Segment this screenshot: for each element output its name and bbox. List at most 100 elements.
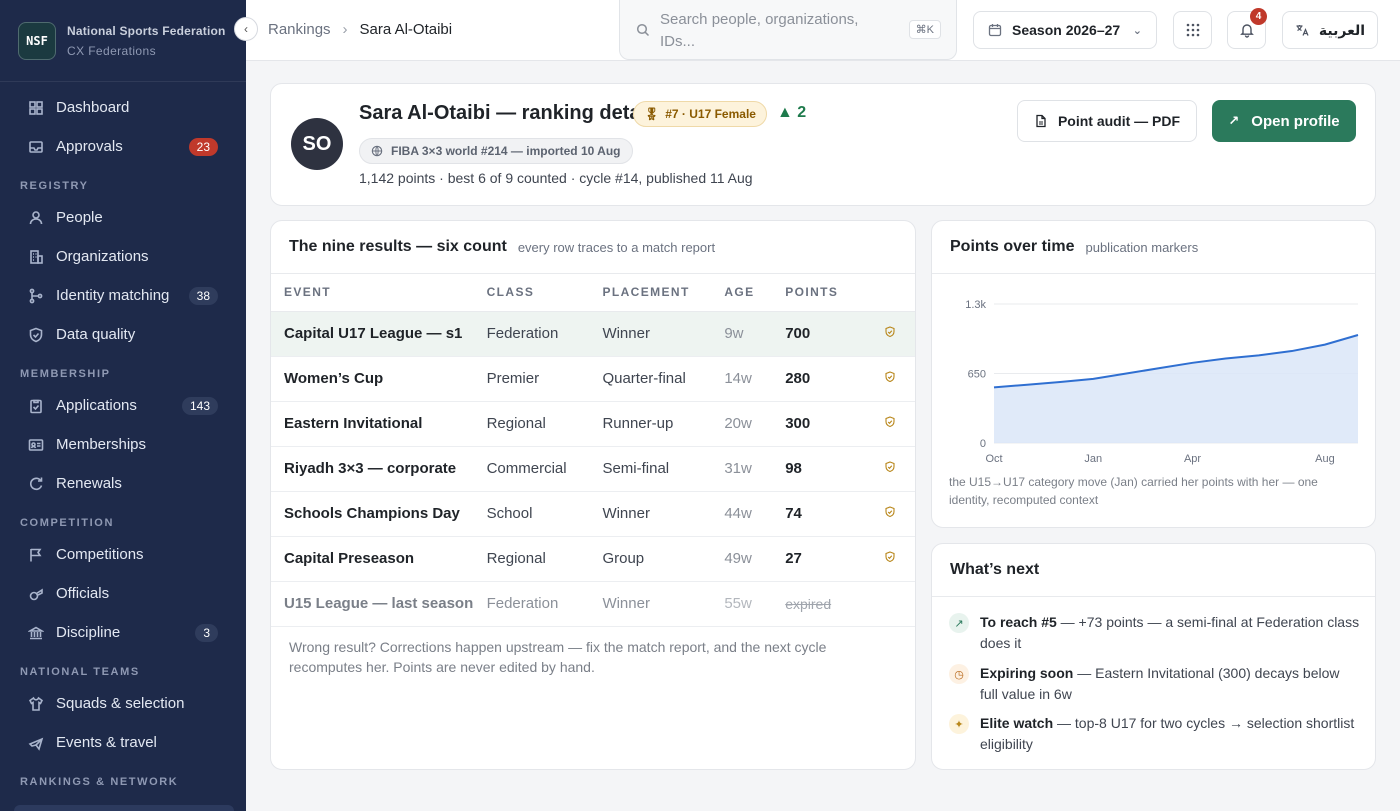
notifications-button[interactable]: 4 [1227, 8, 1267, 49]
y-tick-label: 650 [968, 369, 986, 381]
sidebar-item-memberships[interactable]: Memberships [0, 425, 246, 464]
table-row[interactable]: Schools Champions Day School Winner 44w … [271, 491, 915, 537]
table-row[interactable]: Capital U17 League — s1 Federation Winne… [271, 311, 915, 357]
open-profile-button[interactable]: ↗ Open profile [1212, 100, 1356, 142]
season-select[interactable]: Season 2026–27 ⌄ [973, 11, 1157, 49]
globe-icon [371, 145, 383, 157]
result-points: 74 [785, 491, 866, 537]
chevron-down-icon: ⌄ [1132, 24, 1142, 37]
sidebar-item-squads-selection[interactable]: Squads & selection [0, 684, 246, 723]
sidebar-item-identity-matching[interactable]: Identity matching 38 [0, 276, 246, 315]
result-event: Schools Champions Day [271, 491, 487, 537]
sidebar-item-label: Discipline [56, 624, 121, 641]
sidebar-item-data-quality[interactable]: Data quality [0, 315, 246, 354]
column-header-points[interactable]: POINTS [785, 274, 866, 312]
result-placement: Winner [602, 311, 725, 357]
clipboard-icon [28, 398, 44, 414]
column-header-verified [865, 274, 915, 312]
applications-badge: 143 [181, 396, 218, 415]
profile-header-card: SO Sara Al-Otaibi — ranking detail 🎖 #7 … [270, 83, 1376, 206]
next-item-lead: Expiring soon [980, 665, 1074, 681]
table-row[interactable]: Women’s Cup Premier Quarter-final 14w 28… [271, 356, 915, 402]
results-subtitle: every row traces to a match report [517, 239, 716, 255]
result-points: 98 [785, 446, 866, 492]
column-header-event[interactable]: EVENT [271, 274, 487, 312]
sidebar-item-label: Identity matching [56, 287, 170, 304]
open-profile-label: Open profile [1251, 112, 1340, 130]
table-row[interactable]: Eastern Invitational Regional Runner-up … [271, 401, 915, 447]
result-age: 55w [724, 581, 786, 627]
sidebar-item-people[interactable]: People [0, 198, 246, 237]
trend-up-icon: ↗ [949, 613, 969, 633]
sidebar-nav: Dashboard Approvals 23 REGISTRY People O… [0, 82, 246, 794]
sidebar-item-discipline[interactable]: Discipline 3 [0, 613, 246, 652]
brand[interactable]: NSF National Sports Federation CX Federa… [0, 0, 246, 82]
result-event: Eastern Invitational [271, 401, 487, 447]
y-tick-label: 0 [980, 438, 986, 450]
verified-shield-icon [885, 326, 895, 338]
collapse-sidebar-button[interactable]: ‹ [234, 17, 258, 41]
table-row[interactable]: Capital Preseason Regional Group 49w 27 [271, 536, 915, 582]
language-switch-button[interactable]: العربية [1282, 11, 1378, 49]
person-icon [28, 210, 44, 226]
sidebar-item-competitions[interactable]: Competitions [0, 535, 246, 574]
chart-note: the U15→U17 category move (Jan) carried … [949, 475, 1318, 507]
sidebar-item-dashboard[interactable]: Dashboard [0, 88, 246, 127]
sidebar: NSF National Sports Federation CX Federa… [0, 0, 246, 811]
breadcrumb-rankings-link[interactable]: Rankings [268, 21, 331, 38]
result-placement: Quarter-final [602, 356, 725, 402]
sidebar-item-label: Events & travel [56, 734, 157, 751]
bell-icon [1239, 24, 1254, 38]
calendar-icon [988, 24, 1002, 37]
medal-icon: 🎖 [644, 107, 660, 121]
y-tick-label: 1.3k [965, 299, 986, 311]
sidebar-item-renewals[interactable]: Renewals [0, 464, 246, 503]
rank-change-indicator: ▲ 2 [777, 104, 807, 121]
nav-section-rankings-network: RANKINGS & NETWORK [20, 776, 179, 788]
sidebar-item-label: Squads & selection [56, 695, 185, 712]
column-header-placement[interactable]: PLACEMENT [602, 274, 725, 312]
result-age: 44w [724, 491, 786, 537]
breadcrumb-current: Sara Al-Otaibi [359, 21, 453, 38]
ranking-summary: 1,142 points · best 6 of 9 counted · cyc… [359, 170, 753, 186]
apps-grid-button[interactable] [1173, 11, 1212, 49]
x-tick-label: Jan [1084, 453, 1102, 465]
notification-count-badge: 4 [1250, 8, 1267, 25]
result-placement: Runner-up [602, 401, 725, 447]
results-table: EVENT CLASS PLACEMENT AGE POINTS Capital… [271, 274, 915, 627]
search-input[interactable]: Search people, organizations, IDs... ⌘K [619, 0, 957, 60]
chevron-left-icon: ‹ [244, 22, 248, 36]
nav-section-membership: MEMBERSHIP [20, 368, 111, 380]
identity-matching-badge: 38 [188, 286, 218, 305]
result-class: Regional [486, 536, 603, 582]
sidebar-item-label: Officials [56, 585, 110, 602]
sidebar-item-organizations[interactable]: Organizations [0, 237, 246, 276]
brand-subtitle: CX Federations [67, 43, 156, 58]
search-icon [636, 23, 650, 37]
bank-icon [28, 625, 44, 641]
results-title: The nine results — six count [289, 238, 507, 255]
table-row[interactable]: Riyadh 3×3 — corporate Commercial Semi-f… [271, 446, 915, 492]
result-age: 14w [724, 356, 786, 402]
sidebar-item-officials[interactable]: Officials [0, 574, 246, 613]
point-audit-pdf-button[interactable]: Point audit — PDF [1017, 100, 1197, 142]
x-tick-label: Aug [1315, 453, 1335, 465]
sidebar-item-label: Dashboard [56, 99, 130, 116]
sidebar-item-applications[interactable]: Applications 143 [0, 386, 246, 425]
inbox-icon [28, 139, 44, 155]
nav-section-registry: REGISTRY [20, 180, 89, 192]
sidebar-item-approvals[interactable]: Approvals 23 [0, 127, 246, 166]
rank-badge: 🎖 #7 · U17 Female [633, 101, 767, 127]
sparkle-icon: ✦ [949, 714, 969, 734]
table-row[interactable]: U15 League — last season Federation Winn… [271, 581, 915, 627]
column-header-age[interactable]: AGE [724, 274, 786, 312]
fiba-ranking-badge: FIBA 3×3 world #214 — imported 10 Aug [359, 138, 633, 164]
sidebar-item-label: Approvals [56, 138, 123, 155]
column-header-class[interactable]: CLASS [486, 274, 603, 312]
verified-shield-icon [885, 416, 895, 428]
sidebar-item-events-travel[interactable]: Events & travel [0, 723, 246, 762]
result-placement: Semi-final [602, 446, 725, 492]
clock-icon: ◷ [949, 664, 969, 684]
sidebar-item-rankings-active[interactable] [14, 805, 234, 811]
sidebar-item-label: People [56, 209, 103, 226]
